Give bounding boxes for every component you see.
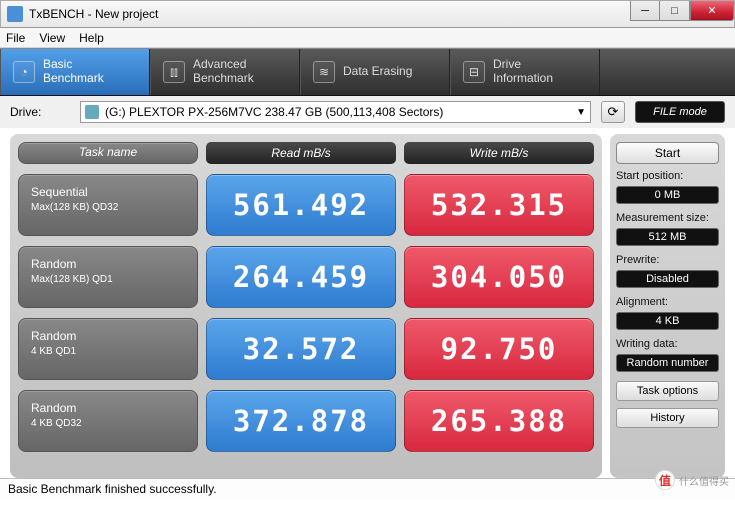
column-headers: Task name Read mB/s Write mB/s [18,142,594,164]
minimize-button[interactable]: ─ [630,1,660,21]
drive-row: Drive: (G:) PLEXTOR PX-256M7VC 238.47 GB… [0,96,735,128]
read-value: 372.878 [206,390,396,452]
hdd-icon [85,105,99,119]
tab-line2: Benchmark [43,72,104,86]
read-value: 264.459 [206,246,396,308]
tab-line2: Benchmark [193,72,254,86]
tab-line1: Data Erasing [343,65,412,79]
chevron-down-icon: ▼ [576,107,586,118]
drive-select[interactable]: (G:) PLEXTOR PX-256M7VC 238.47 GB (500,1… [80,101,591,123]
drive-label: Drive: [10,105,70,119]
tab-basic-benchmark[interactable]: ◔ Basic Benchmark [0,49,150,95]
prewrite-label: Prewrite: [616,254,719,266]
bench-row-sequential-qd32: Sequential Max(128 KB) QD32 561.492 532.… [18,174,594,236]
refresh-icon: ⟳ [608,104,619,120]
tab-data-erasing[interactable]: ≋ Data Erasing [300,49,450,95]
measurement-size-label: Measurement size: [616,212,719,224]
header-task: Task name [18,142,198,164]
tab-line1: Basic [43,58,104,72]
menu-file[interactable]: File [6,31,25,45]
read-value: 32.572 [206,318,396,380]
bench-row-random-4kb-qd32: Random 4 KB QD32 372.878 265.388 [18,390,594,452]
write-value: 532.315 [404,174,594,236]
app-icon [7,6,23,22]
chart-icon: ⫾⫾ [163,61,185,83]
history-button[interactable]: History [616,408,719,428]
prewrite-value[interactable]: Disabled [616,270,719,288]
header-read: Read mB/s [206,142,396,164]
read-value: 561.492 [206,174,396,236]
tab-line1: Drive [493,58,553,72]
tab-drive-information[interactable]: ⊟ Drive Information [450,49,600,95]
write-value: 265.388 [404,390,594,452]
side-panel: Start Start position: 0 MB Measurement s… [610,134,725,478]
header-write: Write mB/s [404,142,594,164]
watermark-text: 什么值得买 [679,473,729,488]
benchmark-panel: Task name Read mB/s Write mB/s Sequentia… [10,134,602,478]
bench-row-random-4kb-qd1: Random 4 KB QD1 32.572 92.750 [18,318,594,380]
alignment-label: Alignment: [616,296,719,308]
close-button[interactable]: ✕ [690,1,734,21]
alignment-value[interactable]: 4 KB [616,312,719,330]
bench-row-random-128kb-qd1: Random Max(128 KB) QD1 264.459 304.050 [18,246,594,308]
main-area: Task name Read mB/s Write mB/s Sequentia… [0,128,735,478]
drive-selected-text: (G:) PLEXTOR PX-256M7VC 238.47 GB (500,1… [105,105,443,119]
gauge-icon: ◔ [13,61,35,83]
task-label: Sequential Max(128 KB) QD32 [18,174,198,236]
menu-bar: File View Help [0,28,735,48]
task-label: Random 4 KB QD32 [18,390,198,452]
write-value: 92.750 [404,318,594,380]
watermark-icon: 值 [655,470,675,490]
start-button[interactable]: Start [616,142,719,164]
status-text: Basic Benchmark finished successfully. [8,482,217,496]
start-position-label: Start position: [616,170,719,182]
refresh-button[interactable]: ⟳ [601,101,625,123]
window-controls: ─ □ ✕ [630,1,734,21]
tab-line2: Information [493,72,553,86]
status-bar: Basic Benchmark finished successfully. [0,478,735,500]
window-title: TxBENCH - New project [29,7,158,21]
erase-icon: ≋ [313,61,335,83]
maximize-button[interactable]: □ [660,1,690,21]
write-value: 304.050 [404,246,594,308]
menu-help[interactable]: Help [79,31,104,45]
file-mode-button[interactable]: FILE mode [635,101,725,123]
tab-advanced-benchmark[interactable]: ⫾⫾ Advanced Benchmark [150,49,300,95]
tab-line1: Advanced [193,58,254,72]
main-tabs: ◔ Basic Benchmark ⫾⫾ Advanced Benchmark … [0,48,735,96]
task-options-button[interactable]: Task options [616,381,719,401]
start-position-value[interactable]: 0 MB [616,186,719,204]
watermark: 值 什么值得买 [655,470,729,490]
task-label: Random Max(128 KB) QD1 [18,246,198,308]
menu-view[interactable]: View [39,31,65,45]
window-titlebar: TxBENCH - New project ─ □ ✕ [0,0,735,28]
writing-data-value[interactable]: Random number [616,354,719,372]
measurement-size-value[interactable]: 512 MB [616,228,719,246]
writing-data-label: Writing data: [616,338,719,350]
task-label: Random 4 KB QD1 [18,318,198,380]
drive-icon: ⊟ [463,61,485,83]
